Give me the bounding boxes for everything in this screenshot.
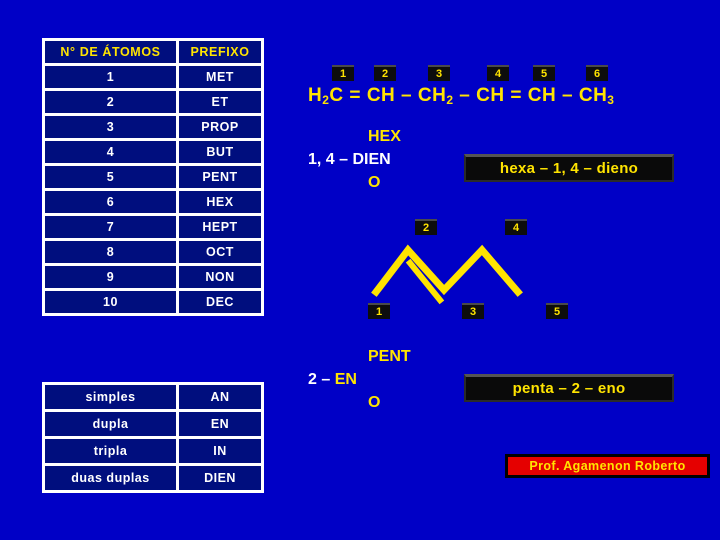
author-credit-banner: Prof. Agamenon Roberto	[505, 454, 710, 478]
formula-subscript: 3	[607, 93, 615, 107]
carbon-number-badge-1: 1	[332, 65, 354, 81]
carbon-number-badge-5: 5	[533, 65, 555, 81]
name-locant-infix: 1, 4 – DIEN	[308, 148, 401, 171]
carbon-number-badge-6: 6	[586, 65, 608, 81]
cell-prefix: PROP	[179, 116, 261, 138]
formula-bond-single: –	[556, 85, 579, 106]
cell-atoms: 1	[45, 66, 176, 88]
cell-prefix: OCT	[179, 241, 261, 263]
table-row: simples AN	[45, 385, 261, 409]
prefix-table: N° DE ÁTOMOS PREFIXO 1 MET 2 ET 3 PROP 4…	[42, 38, 264, 316]
cell-atoms: 6	[45, 191, 176, 213]
formula-subscript: 2	[446, 93, 454, 107]
table-row: 1 MET	[45, 66, 261, 88]
carbon-number-badge-4: 4	[487, 65, 509, 81]
table-row: 8 OCT	[45, 241, 261, 263]
cell-prefix: HEPT	[179, 216, 261, 238]
formula-segment-c6: CH3	[578, 85, 615, 107]
skeleton-number-badge-1: 1	[368, 303, 390, 319]
cell-atoms: 9	[45, 266, 176, 288]
cell-bond-type: simples	[45, 385, 176, 409]
name-suffix: O	[368, 394, 381, 411]
table-row: 7 HEPT	[45, 216, 261, 238]
structural-formula: H2C = CH – CH2 – CH = CH – CH3	[308, 85, 614, 107]
table-row: 6 HEX	[45, 191, 261, 213]
formula-segment-c3: CH2	[417, 85, 454, 107]
cell-atoms: 4	[45, 141, 176, 163]
table-header-row: N° DE ÁTOMOS PREFIXO	[45, 41, 261, 63]
formula-bond-single: –	[395, 85, 418, 106]
name-locants: 1, 4 –	[308, 151, 353, 168]
cell-prefix: DEC	[179, 291, 261, 313]
cell-bond-type: dupla	[45, 412, 176, 436]
header-cell-atoms: N° DE ÁTOMOS	[45, 41, 176, 63]
name-infix: DIEN	[352, 151, 391, 168]
bond-type-table: simples AN dupla EN tripla IN duas dupla…	[42, 382, 264, 493]
answer-callout-hexadieno: hexa – 1, 4 – dieno	[464, 154, 674, 182]
name-breakdown-hexadieno: HEX 1, 4 – DIEN O	[308, 125, 401, 194]
skeleton-number-badge-5: 5	[546, 303, 568, 319]
name-suffix: O	[368, 174, 381, 191]
name-root: PENT	[368, 348, 411, 365]
name-root: HEX	[368, 128, 401, 145]
name-locant-infix: 2 – EN	[308, 368, 411, 391]
header-cell-prefix: PREFIXO	[179, 41, 261, 63]
carbon-number-badge-3: 3	[428, 65, 450, 81]
formula-subscript: 2	[322, 93, 330, 107]
cell-infix: IN	[179, 439, 261, 463]
table-row: tripla IN	[45, 439, 261, 463]
cell-atoms: 8	[45, 241, 176, 263]
table-row: 5 PENT	[45, 166, 261, 188]
table-row: 10 DEC	[45, 291, 261, 313]
cell-atoms: 5	[45, 166, 176, 188]
cell-prefix: BUT	[179, 141, 261, 163]
formula-segment-c5: CH	[527, 85, 557, 106]
cell-prefix: MET	[179, 66, 261, 88]
name-locants: 2 –	[308, 371, 335, 388]
cell-atoms: 3	[45, 116, 176, 138]
cell-infix: DIEN	[179, 466, 261, 490]
table-row: 2 ET	[45, 91, 261, 113]
slide-canvas: N° DE ÁTOMOS PREFIXO 1 MET 2 ET 3 PROP 4…	[0, 0, 720, 540]
carbon-chain-line	[371, 244, 523, 297]
formula-bond-double: =	[504, 85, 528, 106]
cell-prefix: ET	[179, 91, 261, 113]
cell-bond-type: duas duplas	[45, 466, 176, 490]
table-row: dupla EN	[45, 412, 261, 436]
skeleton-number-badge-3: 3	[462, 303, 484, 319]
cell-prefix: NON	[179, 266, 261, 288]
formula-segment-c4: CH	[476, 85, 505, 106]
cell-atoms: 10	[45, 291, 176, 313]
formula-bond-double: =	[343, 85, 367, 106]
name-infix: EN	[334, 371, 357, 388]
cell-prefix: PENT	[179, 166, 261, 188]
formula-segment-c1: H2C	[308, 85, 344, 107]
cell-atoms: 7	[45, 216, 176, 238]
cell-bond-type: tripla	[45, 439, 176, 463]
table-row: 4 BUT	[45, 141, 261, 163]
cell-infix: EN	[179, 412, 261, 436]
formula-bond-single: –	[453, 85, 477, 106]
cell-atoms: 2	[45, 91, 176, 113]
table-row: duas duplas DIEN	[45, 466, 261, 490]
carbon-number-badge-2: 2	[374, 65, 396, 81]
cell-prefix: HEX	[179, 191, 261, 213]
cell-infix: AN	[179, 385, 261, 409]
name-breakdown-pentaeno: PENT 2 – EN O	[308, 345, 411, 414]
formula-segment-c2: CH	[366, 85, 396, 106]
answer-callout-pentaeno: penta – 2 – eno	[464, 374, 674, 402]
table-row: 3 PROP	[45, 116, 261, 138]
table-row: 9 NON	[45, 266, 261, 288]
